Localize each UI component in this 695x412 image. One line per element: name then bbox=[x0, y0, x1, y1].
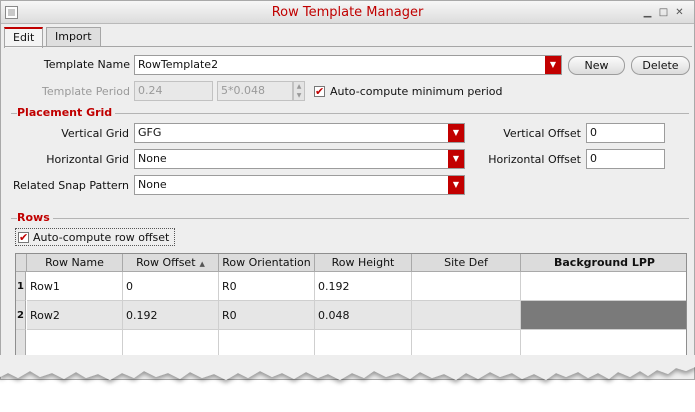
template-period-expr-field: 5*0.048 bbox=[217, 81, 293, 101]
auto-period-label: Auto-compute minimum period bbox=[330, 85, 503, 98]
delete-button[interactable]: Delete bbox=[631, 56, 690, 75]
related-snap-pattern-label: Related Snap Pattern bbox=[12, 179, 129, 192]
torn-edge-decoration bbox=[0, 355, 695, 380]
horizontal-offset-label: Horizontal Offset bbox=[488, 153, 581, 166]
related-snap-pattern-value: None bbox=[138, 178, 167, 191]
background-lpp-swatch-cell[interactable] bbox=[521, 301, 686, 330]
column-header-site-def[interactable]: Site Def bbox=[412, 254, 521, 272]
vertical-grid-value: GFG bbox=[138, 126, 162, 139]
dropdown-arrow-icon[interactable]: ▼ bbox=[448, 176, 464, 194]
row-offset-cell[interactable]: 0 bbox=[123, 272, 219, 301]
column-header-row-offset-label: Row Offset bbox=[136, 256, 196, 269]
column-header-background-lpp[interactable]: Background LPP bbox=[521, 254, 686, 272]
site-def-cell[interactable] bbox=[412, 301, 521, 330]
row-offset-cell[interactable]: 0.192 bbox=[123, 301, 219, 330]
column-header-row-height[interactable]: Row Height bbox=[315, 254, 412, 272]
placement-grid-title: Placement Grid bbox=[17, 106, 116, 119]
dropdown-arrow-icon[interactable]: ▼ bbox=[448, 124, 464, 142]
tab-edit[interactable]: Edit bbox=[4, 27, 44, 48]
row-orientation-cell[interactable]: R0 bbox=[219, 272, 315, 301]
row-name-cell[interactable]: Row2 bbox=[27, 301, 123, 330]
column-header-row-name[interactable]: Row Name bbox=[27, 254, 123, 272]
rows-title: Rows bbox=[17, 211, 53, 224]
rows-divider bbox=[11, 218, 689, 219]
column-header-row-offset[interactable]: Row Offset ▲ bbox=[123, 254, 219, 272]
site-def-cell[interactable] bbox=[412, 272, 521, 301]
vertical-offset-field[interactable]: 0 bbox=[586, 123, 665, 143]
close-icon[interactable]: ✕ bbox=[673, 6, 686, 19]
horizontal-grid-value: None bbox=[138, 152, 167, 165]
row-number[interactable]: 2 bbox=[16, 301, 26, 330]
row-height-cell[interactable]: 0.192 bbox=[315, 272, 412, 301]
row-height-cell[interactable]: 0.048 bbox=[315, 301, 412, 330]
period-spinner-icon: ▲ ▼ bbox=[293, 81, 305, 101]
title-bar[interactable]: Row Template Manager ▁ □ ✕ bbox=[1, 1, 694, 24]
auto-row-offset-label: Auto-compute row offset bbox=[33, 231, 170, 244]
window-title: Row Template Manager bbox=[271, 5, 424, 20]
vertical-offset-label: Vertical Offset bbox=[503, 127, 581, 140]
dropdown-arrow-icon[interactable]: ▼ bbox=[448, 150, 464, 168]
related-snap-pattern-combo[interactable]: None ▼ bbox=[134, 175, 465, 195]
dropdown-arrow-icon[interactable]: ▼ bbox=[545, 56, 561, 74]
row-name-cell[interactable]: Row1 bbox=[27, 272, 123, 301]
row-template-manager-window: Row Template Manager ▁ □ ✕ Edit Import T… bbox=[0, 0, 695, 380]
horizontal-grid-combo[interactable]: None ▼ bbox=[134, 149, 465, 169]
template-name-value: RowTemplate2 bbox=[138, 58, 219, 71]
vertical-grid-combo[interactable]: GFG ▼ bbox=[134, 123, 465, 143]
template-name-combo[interactable]: RowTemplate2 ▼ bbox=[134, 55, 562, 75]
template-period-field: 0.24 bbox=[134, 81, 213, 101]
auto-period-checkbox[interactable]: ✔ bbox=[314, 86, 325, 97]
horizontal-offset-field[interactable]: 0 bbox=[586, 149, 665, 169]
background-lpp-cell[interactable] bbox=[521, 272, 686, 301]
row-orientation-cell[interactable]: R0 bbox=[219, 301, 315, 330]
rows-table[interactable]: Row Name Row Offset ▲ Row Orientation Row… bbox=[15, 253, 687, 361]
template-name-label: Template Name bbox=[43, 58, 130, 71]
new-button[interactable]: New bbox=[568, 56, 625, 75]
column-header-row-orientation[interactable]: Row Orientation bbox=[219, 254, 315, 272]
tab-import[interactable]: Import bbox=[46, 27, 101, 47]
vertical-grid-label: Vertical Grid bbox=[61, 127, 129, 140]
auto-row-offset-checkbox[interactable]: ✔ bbox=[18, 232, 29, 243]
template-period-label: Template Period bbox=[42, 85, 130, 98]
minimize-icon[interactable]: ▁ bbox=[641, 6, 654, 19]
horizontal-grid-label: Horizontal Grid bbox=[46, 153, 129, 166]
sort-ascending-icon: ▲ bbox=[199, 260, 205, 268]
table-corner bbox=[16, 254, 27, 272]
maximize-icon[interactable]: □ bbox=[657, 6, 670, 19]
row-number[interactable]: 1 bbox=[16, 272, 26, 301]
auto-row-offset-option[interactable]: ✔ Auto-compute row offset bbox=[15, 228, 175, 246]
